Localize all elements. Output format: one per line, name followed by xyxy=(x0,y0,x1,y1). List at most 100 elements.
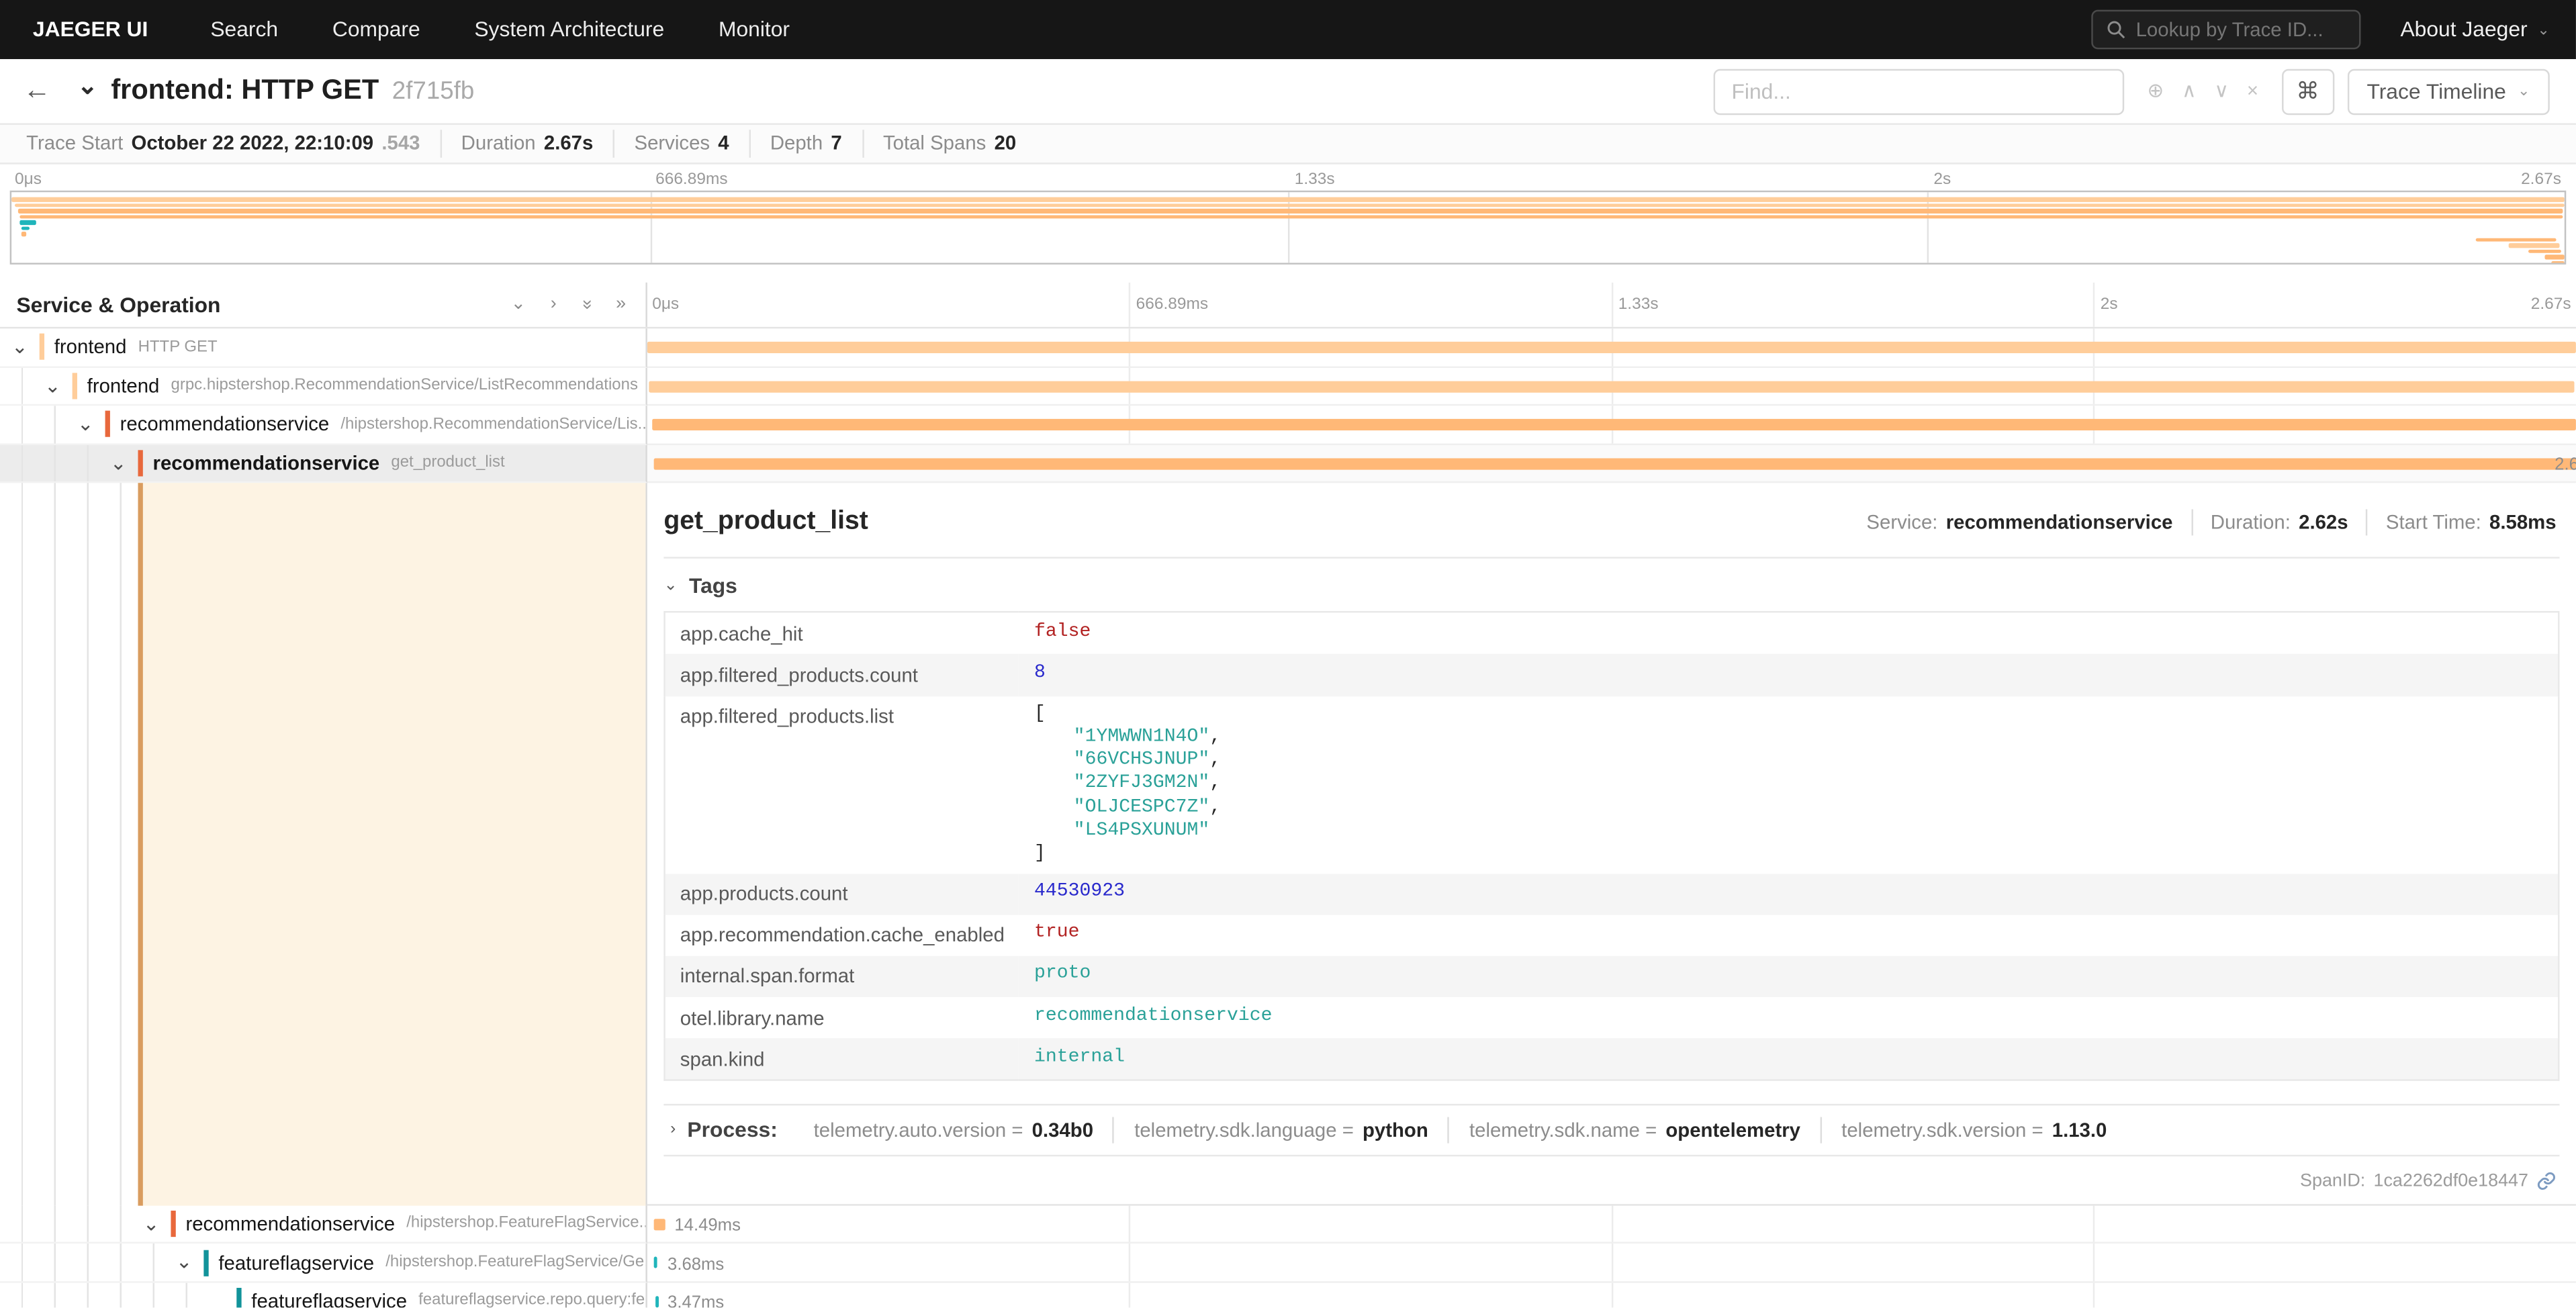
tags-section-title: Tags xyxy=(689,571,737,600)
trace-summary: Trace StartOctober 22 2022, 22:10:09.543… xyxy=(0,123,2576,164)
summary-label: Total Spans xyxy=(883,130,986,157)
span-row[interactable]: ⌄recommendationserviceget_product_list2.… xyxy=(0,445,2576,483)
trace-view-selector[interactable]: Trace Timeline ⌄ xyxy=(2347,68,2550,114)
span-duration-bar[interactable] xyxy=(652,419,2576,430)
minimap-span-bar xyxy=(2508,243,2559,247)
timeline-ruler: 0μs666.89ms1.33s2s2.67s xyxy=(647,283,2576,327)
find-prev-icon[interactable]: ∧ xyxy=(2182,78,2197,105)
minimap-span-bar xyxy=(2544,254,2564,259)
span-row[interactable]: ⌄frontendgrpc.hipstershop.Recommendation… xyxy=(0,367,2576,406)
span-row[interactable]: ⌄recommendationservice/hipstershop.Recom… xyxy=(0,406,2576,444)
trace-title-text: frontend: HTTP GET xyxy=(111,74,379,105)
span-duration-bar[interactable] xyxy=(655,1257,658,1268)
span-meta-item: Duration:2.62s xyxy=(2191,509,2366,536)
chevron-down-icon: ⌄ xyxy=(2518,82,2530,100)
summary-value-fraction: .543 xyxy=(381,130,420,157)
nav-menu: Search Compare System Architecture Monitor xyxy=(210,15,790,44)
nav-item-compare[interactable]: Compare xyxy=(332,15,420,44)
tag-value: false xyxy=(1019,612,2559,655)
span-meta-label: Start Time: xyxy=(2386,511,2481,534)
indent-guide xyxy=(40,406,73,442)
nav-item-system-architecture[interactable]: System Architecture xyxy=(474,15,664,44)
process-kv: telemetry.sdk.name = opentelemetry xyxy=(1448,1117,1820,1144)
span-timeline-cell[interactable] xyxy=(647,367,2576,406)
minimap-canvas[interactable] xyxy=(10,191,2567,265)
trace-lookup-input[interactable] xyxy=(2136,18,2346,41)
nav-item-search[interactable]: Search xyxy=(210,15,278,44)
collapse-one-icon[interactable]: ⌄ xyxy=(510,293,526,317)
span-row[interactable]: featureflagservicefeatureflagservice.rep… xyxy=(0,1282,2576,1307)
span-service-name: recommendationservice xyxy=(105,411,330,437)
span-id-value: 1ca2262df0e18447 xyxy=(2374,1170,2528,1194)
find-clear-icon[interactable]: × xyxy=(2247,78,2258,105)
span-row[interactable]: ⌄featureflagservice/hipstershop.FeatureF… xyxy=(0,1244,2576,1282)
indent-guide xyxy=(40,483,73,1205)
span-expand-caret-icon[interactable]: ⌄ xyxy=(40,372,66,399)
nav-item-monitor[interactable]: Monitor xyxy=(719,15,790,44)
span-expand-caret-icon[interactable]: ⌄ xyxy=(138,1211,164,1237)
minimap-ticks: 0μs666.89ms1.33s2s2.67s xyxy=(10,169,2567,189)
span-expand-caret-icon[interactable]: ⌄ xyxy=(7,334,33,361)
span-detail-panel: get_product_list Service:recommendations… xyxy=(647,483,2576,1205)
span-timeline-cell[interactable]: 3.68ms xyxy=(647,1244,2576,1282)
find-controls: ⊕ ∧ ∨ × xyxy=(2147,78,2258,105)
tags-section-toggle[interactable]: ⌄ Tags xyxy=(663,571,2559,600)
indent-guide xyxy=(138,1282,171,1307)
span-timeline-cell[interactable]: 2.62s xyxy=(647,445,2576,483)
indent-guide xyxy=(73,1205,105,1242)
find-next-icon[interactable]: ∨ xyxy=(2214,78,2229,105)
find-input[interactable] xyxy=(1714,68,2125,114)
indent-guide xyxy=(73,445,105,481)
indent-guide xyxy=(7,1205,40,1242)
copy-link-icon[interactable] xyxy=(2536,1172,2556,1191)
indent-guide xyxy=(73,1244,105,1281)
process-toggle[interactable]: › Process: xyxy=(670,1116,778,1145)
span-duration-bar[interactable] xyxy=(654,1219,665,1230)
span-timeline-cell[interactable] xyxy=(647,406,2576,444)
span-expand-caret-icon[interactable]: ⌄ xyxy=(73,411,99,438)
expand-one-icon[interactable]: › xyxy=(551,293,557,317)
span-detail-row: get_product_list Service:recommendations… xyxy=(0,483,2576,1205)
indent-guide xyxy=(105,1205,138,1242)
divider xyxy=(663,556,2559,557)
summary-label: Depth xyxy=(770,130,823,157)
trace-header-controls: ⊕ ∧ ∨ × ⌘ Trace Timeline ⌄ xyxy=(1714,68,2550,114)
span-expand-caret-icon[interactable]: ⌄ xyxy=(171,1249,197,1276)
tag-value: recommendationservice xyxy=(1019,997,2559,1039)
span-duration-bar[interactable] xyxy=(647,342,2576,353)
minimap-span-bar xyxy=(18,209,2563,213)
expand-all-icon[interactable]: » xyxy=(616,293,626,317)
minimap-span-bar xyxy=(21,232,27,236)
indent-guide xyxy=(40,1244,73,1281)
indent-guide xyxy=(7,445,40,481)
summary-value: 7 xyxy=(831,130,841,157)
about-jaeger-menu[interactable]: About Jaeger ⌄ xyxy=(2400,15,2549,44)
process-kv: telemetry.auto.version = 0.34b0 xyxy=(794,1117,1113,1144)
span-meta-label: Service: xyxy=(1866,511,1937,534)
span-duration-bar[interactable] xyxy=(655,1296,658,1307)
minimap-span-bar xyxy=(2552,261,2565,265)
keyboard-shortcuts-button[interactable]: ⌘ xyxy=(2281,68,2334,114)
span-row[interactable]: ⌄recommendationservice/hipstershop.Featu… xyxy=(0,1205,2576,1244)
indent-guide xyxy=(40,445,73,481)
process-section: › Process: telemetry.auto.version = 0.34… xyxy=(663,1105,2559,1156)
collapse-all-icon[interactable]: » xyxy=(574,299,598,310)
span-expand-caret-icon[interactable]: ⌄ xyxy=(105,449,132,476)
chevron-down-icon: ⌄ xyxy=(663,574,678,596)
trace-lookup-box[interactable] xyxy=(2092,10,2361,50)
app-logo[interactable]: JAEGER UI xyxy=(33,15,148,44)
minimap-span-bar xyxy=(2475,238,2557,242)
span-timeline-cell[interactable] xyxy=(647,328,2576,367)
span-duration-bar[interactable] xyxy=(653,457,2576,469)
tag-row: app.recommendation.cache_enabledtrue xyxy=(665,915,2559,956)
find-zoom-icon[interactable]: ⊕ xyxy=(2147,78,2164,105)
summary-label: Services xyxy=(635,130,710,157)
back-button[interactable]: ← xyxy=(23,73,51,110)
span-row[interactable]: ⌄frontendHTTP GET xyxy=(0,328,2576,367)
trace-collapse-toggle-icon[interactable]: ⌄ xyxy=(77,71,98,105)
span-duration-bar[interactable] xyxy=(649,380,2574,391)
tag-row: span.kindinternal xyxy=(665,1039,2559,1081)
span-timeline-cell[interactable]: 3.47ms xyxy=(647,1282,2576,1307)
span-timeline-cell[interactable]: 14.49ms xyxy=(647,1205,2576,1244)
summary-label: Trace Start xyxy=(26,130,123,157)
